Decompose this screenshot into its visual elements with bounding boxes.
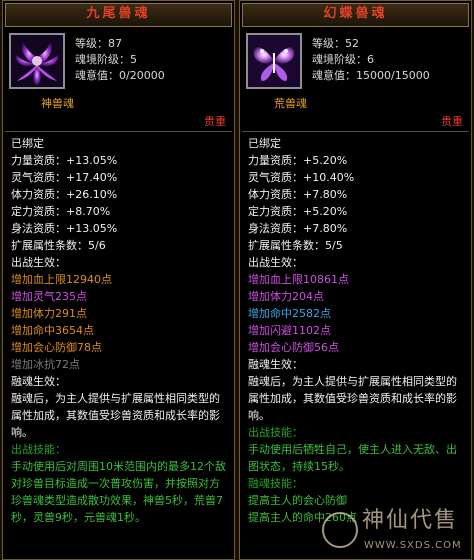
effect-line: 增加命中2582点: [248, 307, 331, 320]
rarity-label: 贵重: [204, 115, 226, 128]
item-details: 已绑定 力量资质：+5.20% 灵气资质：+10.40% 体力资质：+7.80%…: [242, 131, 469, 526]
attr-spirit: 灵气资质：+17.40%: [11, 171, 118, 184]
fuse-skill-label: 融魂技能：: [248, 477, 303, 490]
attr-stamina: 体力资质：+7.80%: [248, 188, 348, 201]
soul-type: 神兽魂: [41, 97, 74, 110]
attr-focus: 定力资质：+8.70%: [11, 205, 111, 218]
bound-status: 已绑定: [11, 137, 44, 150]
fuse-effect-desc: 融魂后，为主人提供与扩展属性相同类型的属性加成，其数值受珍兽资质和成长率的影响。: [11, 392, 220, 439]
battle-effect-label: 出战生效：: [11, 256, 66, 269]
attr-stamina: 体力资质：+26.10%: [11, 188, 118, 201]
fuse-skill-line: 提高主人的会心防御: [248, 494, 347, 507]
level-text: 等级：87: [75, 37, 122, 50]
battle-skill-label: 出战技能：: [11, 443, 66, 456]
beast-soul-compare: 九尾兽魂 等级：87 魂境阶级：5 魂意值：0/20000 神兽魂 贵重 已绑定…: [0, 0, 474, 560]
effect-line: 增加血上限10861点: [248, 273, 349, 286]
ext-attr-count: 扩展属性条数：5/5: [248, 239, 343, 252]
effect-line: 增加体力291点: [11, 307, 87, 320]
rarity-label: 贵重: [441, 115, 463, 128]
fuse-effect-desc: 融魂后，为主人提供与扩展属性相同类型的属性加成，其数值受珍兽资质和成长率的影响。: [248, 375, 457, 422]
item-details: 已绑定 力量资质：+13.05% 灵气资质：+17.40% 体力资质：+26.1…: [5, 131, 232, 526]
battle-effect-label: 出战生效：: [248, 256, 303, 269]
battle-skill-desc: 手动使用后对周围10米范围内的最多12个敌对珍兽目标造成一次普攻伤害，并按照对方…: [11, 460, 226, 524]
level-text: 等级：52: [312, 37, 359, 50]
realm-stage-text: 魂境阶级：5: [75, 53, 137, 66]
effect-line: 增加灵气235点: [11, 290, 87, 303]
effect-line: 增加血上限12940点: [11, 273, 112, 286]
bound-status: 已绑定: [248, 137, 281, 150]
attr-focus: 定力资质：+5.20%: [248, 205, 348, 218]
fuse-effect-label: 融魂生效：: [248, 358, 303, 371]
tooltip-left: 九尾兽魂 等级：87 魂境阶级：5 魂意值：0/20000 神兽魂 贵重 已绑定…: [2, 0, 235, 560]
attr-agility: 身法资质：+13.05%: [11, 222, 118, 235]
attr-strength: 力量资质：+13.05%: [11, 154, 118, 167]
effect-line: 增加闪避1102点: [248, 324, 331, 337]
attr-spirit: 灵气资质：+10.40%: [248, 171, 355, 184]
soul-will-text: 魂意值：0/20000: [75, 69, 165, 82]
battle-skill-label: 出战技能：: [248, 426, 303, 439]
item-title: 幻蝶兽魂: [242, 3, 469, 27]
effect-line: 增加会心防御78点: [11, 341, 102, 354]
nine-tail-soul-icon: [9, 33, 65, 89]
fuse-skill-line: 提高主人的命中260点: [248, 511, 357, 524]
effect-line: 增加会心防御56点: [248, 341, 339, 354]
soul-will-text: 魂意值：15000/15000: [312, 69, 430, 82]
item-title: 九尾兽魂: [5, 3, 232, 27]
fuse-effect-label: 融魂生效：: [11, 375, 66, 388]
ext-attr-count: 扩展属性条数：5/6: [11, 239, 106, 252]
tooltip-right: 幻蝶兽魂 等级：52 魂境阶级：6 魂意值：15000/15000 荒兽魂 贵重…: [239, 0, 472, 560]
effect-line: 增加命中3654点: [11, 324, 94, 337]
attr-agility: 身法资质：+7.80%: [248, 222, 348, 235]
realm-stage-text: 魂境阶级：6: [312, 53, 374, 66]
phantom-butterfly-soul-icon: [246, 33, 302, 89]
soul-type: 荒兽魂: [274, 97, 307, 110]
effect-line: 增加冰抗72点: [11, 358, 80, 371]
attr-strength: 力量资质：+5.20%: [248, 154, 348, 167]
effect-line: 增加体力204点: [248, 290, 324, 303]
battle-skill-desc: 手动使用后牺牲自己，使主人进入无敌、出图状态，持续15秒。: [248, 443, 457, 473]
